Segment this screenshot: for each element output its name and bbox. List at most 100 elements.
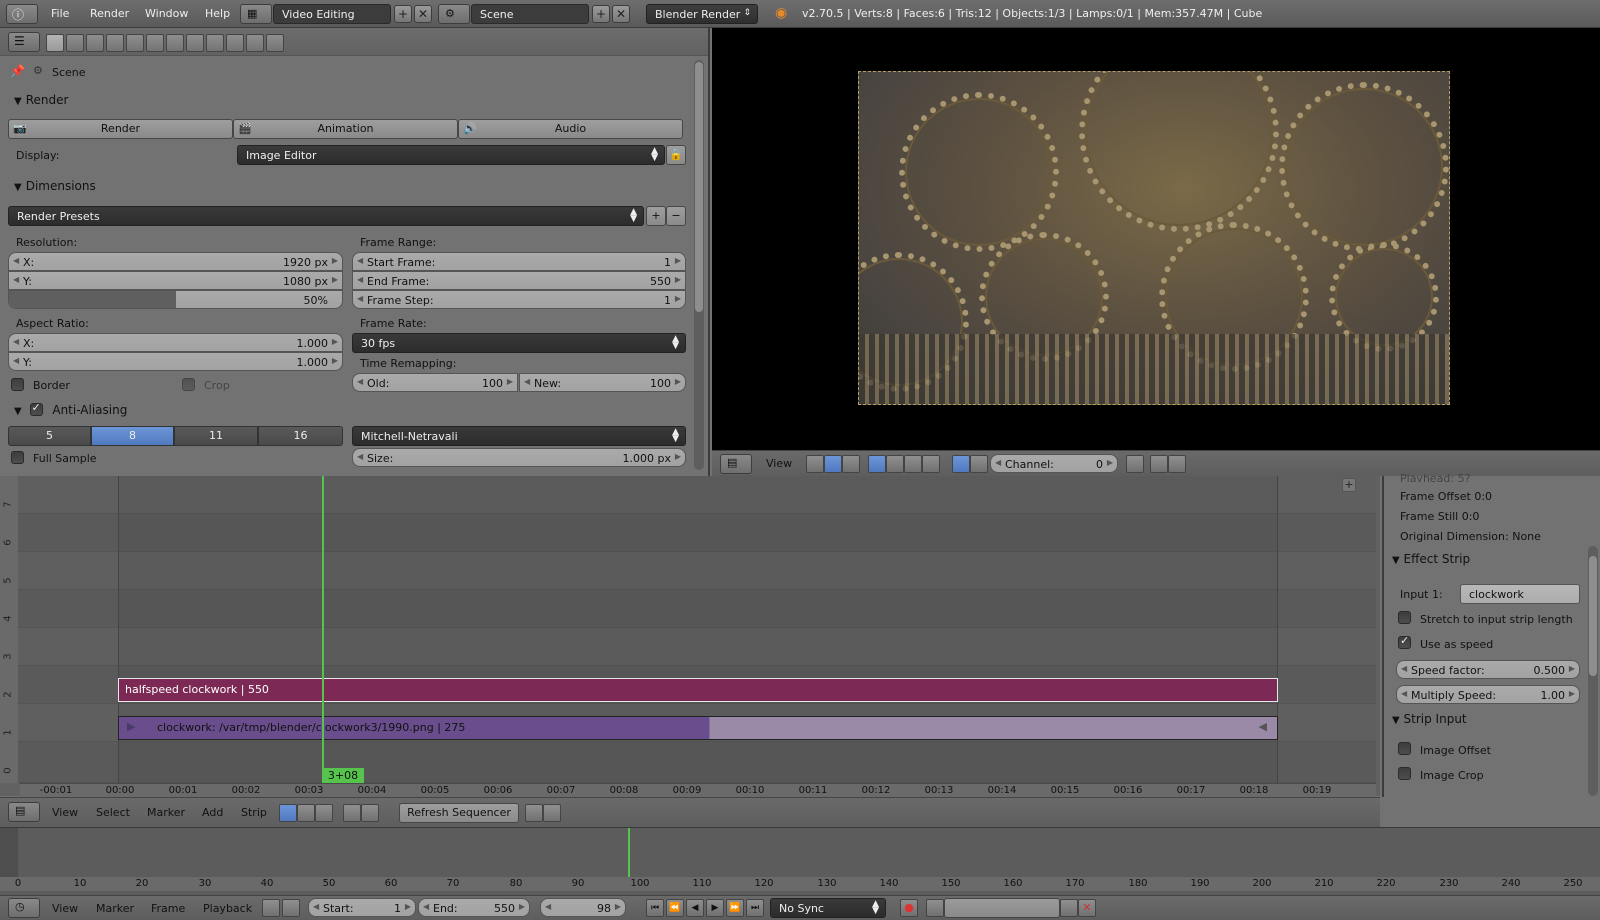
sequencer-timeline[interactable]: 0 1 2 3 4 5 6 7 halfspeed clockwork | 55… [0,476,1380,796]
tl-menu-marker[interactable]: Marker [96,902,134,915]
multiply-speed-field[interactable]: ◀ Multiply Speed: 1.00 ▶ [1396,685,1580,704]
end-frame-field[interactable]: ◀ End Frame: 550 ▶ [352,271,686,290]
view-type-preview-icon[interactable] [824,455,842,473]
seq-menu-add[interactable]: Add [202,806,223,819]
image-strip-clockwork[interactable]: ▶ clockwork: /var/tmp/blender/clockwork3… [118,716,1278,740]
tab-constraints[interactable] [146,34,164,52]
aa-filter-dropdown[interactable]: Mitchell-Netravali ▲ ▼ [352,426,686,446]
stretch-input-checkbox[interactable] [1398,611,1411,624]
screen-layout-browse-button[interactable]: ▦ [240,4,272,24]
copy-strips-icon[interactable] [343,804,361,822]
display-histogram-icon[interactable] [922,455,940,473]
tab-object[interactable] [126,34,144,52]
remove-screen-icon[interactable]: ✕ [414,5,432,23]
seq-menu-strip[interactable]: Strip [241,806,267,819]
effect-strip-panel-header[interactable]: ▼ Effect Strip [1392,552,1582,572]
play-reverse-icon[interactable]: ◀ [686,899,704,917]
animation-button[interactable]: 🎬 Animation [233,119,458,139]
crop-checkbox[interactable] [182,378,195,391]
image-crop-checkbox[interactable] [1398,767,1411,780]
render-presets-dropdown[interactable]: Render Presets ▲ ▼ [8,206,644,226]
lock-time-cursor-icon[interactable] [282,899,300,917]
anti-aliasing-panel-header[interactable]: ▼ Anti-Aliasing [6,398,686,420]
aspect-x-field[interactable]: ◀ X: 1.000 ▶ [8,333,343,352]
add-preset-icon[interactable]: + [646,206,666,226]
tab-physics[interactable] [266,34,284,52]
tab-render-layers[interactable] [66,34,84,52]
start-frame-field[interactable]: ◀ Start Frame: 1 ▶ [352,252,686,271]
resolution-x-field[interactable]: ◀ X: 1920 px ▶ [8,252,343,271]
frame-step-field[interactable]: ◀ Frame Step: 1 ▶ [352,290,686,309]
strip-props-scroll-thumb[interactable] [1589,556,1597,676]
preview-range-icon[interactable] [262,899,280,917]
aa-sample-16[interactable]: 16 [258,426,343,446]
tab-particles[interactable] [246,34,264,52]
menu-file[interactable]: File [51,7,69,20]
jump-to-keyframe-forward-icon[interactable]: ⏩ [726,899,744,917]
playhead-cursor[interactable] [322,476,324,781]
insert-keyframe-icon[interactable] [1060,899,1078,917]
border-checkbox[interactable] [11,378,24,391]
scene-field[interactable]: Scene [471,4,589,24]
effect-strip-speed[interactable]: halfspeed clockwork | 550 [118,678,1278,702]
view-type-both-icon[interactable] [842,455,860,473]
tl-menu-playback[interactable]: Playback [203,902,252,915]
time-remap-old-field[interactable]: ◀ Old: 100 ▶ [352,373,518,392]
resolution-y-field[interactable]: ◀ Y: 1080 px ▶ [8,271,343,290]
remove-preset-icon[interactable]: − [666,206,686,226]
preview-menu-view[interactable]: View [766,457,792,470]
timeline-editor-type-button[interactable]: ◷ [8,898,40,918]
sequencer-time-ruler[interactable]: -00:01 00:00 00:01 00:02 00:03 00:04 00:… [20,783,1376,797]
filter-size-field[interactable]: ◀ Size: 1.000 px ▶ [352,448,686,467]
strip-props-scrollbar[interactable] [1588,546,1598,796]
pin-icon[interactable]: 📌 [10,64,25,78]
display-dropdown[interactable]: Image Editor ▲ ▼ [237,145,665,165]
tab-modifiers[interactable] [166,34,184,52]
delete-keyframe-icon[interactable]: ✕ [1078,899,1096,917]
display-waveform-icon[interactable] [886,455,904,473]
audio-button[interactable]: 🔊 Audio [458,119,683,139]
current-frame-field[interactable]: ◀ 98 ▶ [540,898,626,917]
menu-window[interactable]: Window [145,7,188,20]
menu-help[interactable]: Help [205,7,230,20]
use-as-speed-checkbox[interactable] [1398,634,1411,649]
add-scene-icon[interactable]: + [592,5,610,23]
scene-browse-button[interactable]: ⚙ [438,4,470,24]
tab-data[interactable] [186,34,204,52]
speed-factor-field[interactable]: ◀ Speed factor: 0.500 ▶ [1396,660,1580,679]
preview-editor-type-button[interactable]: ▤ [720,454,752,474]
render-still-icon[interactable] [525,804,543,822]
time-remap-new-field[interactable]: ◀ New: 100 ▶ [519,373,686,392]
render-still-camera-icon[interactable] [1150,455,1168,473]
keying-set-icon[interactable] [926,899,944,917]
render-panel-header[interactable]: ▼ Render [6,90,686,112]
tab-scene[interactable] [86,34,104,52]
record-keyframes-icon[interactable]: ● [900,899,918,917]
display-image-icon[interactable] [868,455,886,473]
tl-menu-view[interactable]: View [52,902,78,915]
image-offset-checkbox[interactable] [1398,742,1411,755]
tl-menu-frame[interactable]: Frame [151,902,185,915]
add-screen-icon[interactable]: + [394,5,412,23]
jump-to-keyframe-back-icon[interactable]: ⏪ [666,899,684,917]
seq-menu-select[interactable]: Select [96,806,130,819]
backdrop-icon[interactable] [1126,455,1144,473]
editor-type-button[interactable]: ⓘ [6,4,38,24]
tab-texture[interactable] [226,34,244,52]
tab-material[interactable] [206,34,224,52]
display-vectorscope-icon[interactable] [904,455,922,473]
tab-render[interactable] [46,34,64,52]
view-sequencer-icon[interactable] [279,804,297,822]
resolution-percentage-slider[interactable]: 50% [8,290,343,309]
full-sample-checkbox[interactable] [11,451,24,464]
timeline-frame-ruler[interactable]: 0 10 20 30 40 50 60 70 80 90 100 110 120… [0,877,1600,891]
start-frame-field[interactable]: ◀ Start: 1 ▶ [308,898,416,917]
strip-left-handle-icon[interactable]: ▶ [127,720,135,733]
properties-editor-type-button[interactable]: ☰ [8,32,40,52]
view-preview-icon[interactable] [297,804,315,822]
show-separate-color-icon[interactable] [970,455,988,473]
properties-scrollbar[interactable] [694,60,704,470]
seq-menu-view[interactable]: View [52,806,78,819]
refresh-sequencer-button[interactable]: Refresh Sequencer [399,803,519,823]
render-engine-dropdown[interactable]: Blender Render ⇕ [646,4,758,24]
